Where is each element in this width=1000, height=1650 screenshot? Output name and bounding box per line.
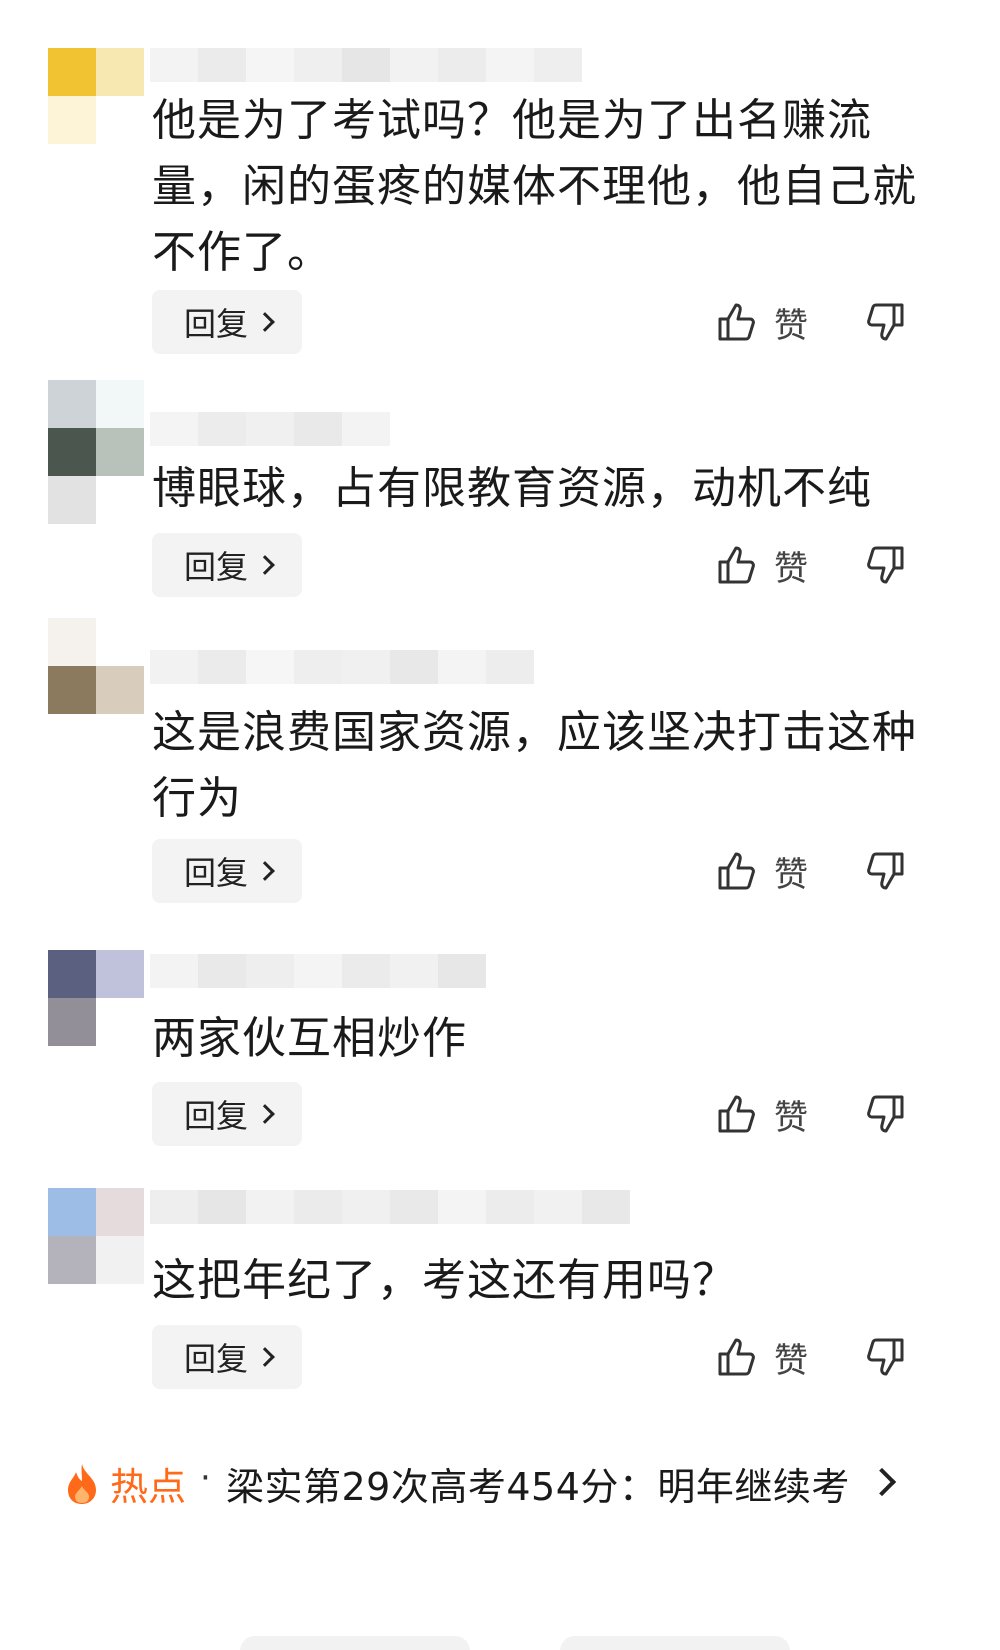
thumbs-up-icon	[718, 546, 755, 584]
like-button[interactable]: 赞	[716, 533, 808, 597]
thumbs-down-icon	[867, 1338, 904, 1376]
hot-separator: ·	[200, 1458, 211, 1498]
dislike-button[interactable]	[866, 533, 910, 597]
reply-button[interactable]: 回复	[152, 839, 302, 903]
bottom-bar	[0, 1610, 1000, 1650]
avatar[interactable]	[48, 1188, 144, 1284]
thumbs-down-icon	[867, 1095, 904, 1133]
chevron-right-icon[interactable]	[867, 1467, 897, 1497]
comment-text: 两家伙互相炒作	[152, 1013, 467, 1064]
chevron-right-icon	[255, 555, 275, 575]
reply-label: 回复	[184, 1340, 249, 1378]
hot-tag: 热点	[110, 1465, 187, 1509]
reply-label: 回复	[184, 854, 249, 892]
username-blurred[interactable]	[150, 1190, 630, 1224]
like-button[interactable]: 赞	[716, 1325, 808, 1389]
chevron-right-icon	[255, 312, 275, 332]
thumbs-up-icon	[718, 1338, 755, 1376]
thumbs-down-icon	[867, 546, 904, 584]
reply-label: 回复	[184, 548, 249, 586]
comment-text: 这是浪费国家资源，应该坚决打击这种行为	[152, 707, 917, 824]
reply-label: 回复	[184, 305, 249, 343]
reply-label: 回复	[184, 1097, 249, 1135]
username-blurred[interactable]	[150, 650, 534, 684]
dislike-button[interactable]	[866, 839, 910, 903]
fire-icon	[68, 1464, 96, 1504]
thumbs-down-icon	[867, 303, 904, 341]
like-label: 赞	[774, 1097, 808, 1138]
avatar[interactable]	[48, 48, 144, 144]
thumbs-up-icon	[718, 1095, 755, 1133]
hot-topic-bar[interactable]: 热点 · 梁实第29次高考454分：明年继续考	[0, 1450, 1000, 1514]
reply-button[interactable]: 回复	[152, 1082, 302, 1146]
avatar[interactable]	[48, 950, 144, 1046]
username-blurred[interactable]	[150, 954, 486, 988]
thumbs-up-icon	[718, 303, 755, 341]
reply-button[interactable]: 回复	[152, 1325, 302, 1389]
like-label: 赞	[774, 1340, 808, 1381]
username-blurred[interactable]	[150, 412, 390, 446]
thumbs-down-icon	[867, 852, 904, 890]
reply-button[interactable]: 回复	[152, 290, 302, 354]
avatar[interactable]	[48, 380, 144, 476]
dislike-button[interactable]	[866, 1325, 910, 1389]
comment-text: 博眼球，占有限教育资源，动机不纯	[152, 463, 872, 514]
chevron-right-icon	[255, 1104, 275, 1124]
dislike-button[interactable]	[866, 290, 910, 354]
like-label: 赞	[774, 854, 808, 895]
chevron-right-icon	[255, 1347, 275, 1367]
hot-title[interactable]: 梁实第29次高考454分：明年继续考	[226, 1456, 850, 1511]
comment-text: 这把年纪了，考这还有用吗？	[152, 1255, 737, 1306]
like-button[interactable]: 赞	[716, 290, 808, 354]
like-button[interactable]: 赞	[716, 839, 808, 903]
dislike-button[interactable]	[866, 1082, 910, 1146]
avatar[interactable]	[48, 618, 144, 714]
username-blurred[interactable]	[150, 48, 582, 82]
like-button[interactable]: 赞	[716, 1082, 808, 1146]
chevron-right-icon	[255, 861, 275, 881]
thumbs-up-icon	[718, 852, 755, 890]
like-label: 赞	[774, 548, 808, 589]
comment-text: 他是为了考试吗？他是为了出名赚流量，闲的蛋疼的媒体不理他，他自己就不作了。	[152, 95, 917, 278]
like-label: 赞	[774, 305, 808, 346]
reply-button[interactable]: 回复	[152, 533, 302, 597]
